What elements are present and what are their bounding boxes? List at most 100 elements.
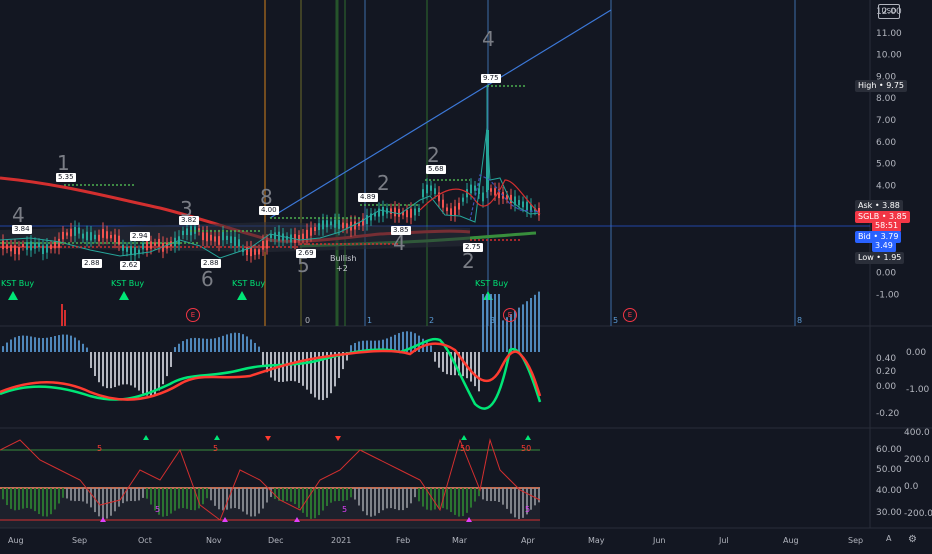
- candle-body: [526, 201, 528, 211]
- candle-body: [334, 219, 336, 228]
- candle-body: [262, 240, 264, 250]
- candle-body: [114, 234, 116, 243]
- price-tag: 2.69: [296, 249, 316, 258]
- svg-text:5: 5: [613, 316, 618, 325]
- candle-body: [494, 188, 496, 196]
- osc2-bar: [374, 488, 376, 516]
- hist-bar: [38, 337, 40, 352]
- hist-bar: [142, 352, 144, 394]
- osc2-bar: [370, 488, 372, 517]
- osc2-bar: [322, 488, 324, 511]
- month-label: 2021: [331, 536, 352, 545]
- hist-bar: [122, 352, 124, 385]
- hist-bar: [538, 291, 540, 352]
- earnings-badge[interactable]: E: [186, 308, 200, 322]
- candle-body: [274, 232, 276, 240]
- price-tag: 3.85: [391, 226, 411, 235]
- osc2-bar: [6, 488, 8, 506]
- candle-body: [30, 241, 32, 251]
- candle-body: [78, 227, 80, 234]
- osc2-bar: [274, 488, 276, 499]
- hist-bar: [470, 352, 472, 382]
- candle-body: [390, 208, 392, 214]
- candle-body: [126, 246, 128, 252]
- osc2-bar: [398, 488, 400, 511]
- candle-body: [214, 236, 216, 242]
- price-tick: -1.00: [876, 290, 900, 300]
- osc2-bar: [266, 488, 268, 503]
- candle-body: [366, 215, 368, 225]
- osc2-bar: [18, 488, 20, 510]
- osc2-bar: [206, 488, 208, 499]
- hist-bar: [402, 331, 404, 352]
- chart-stage[interactable]: 12.0011.0010.009.008.007.006.005.004.003…: [0, 0, 932, 550]
- osc2-bar: [498, 488, 500, 502]
- hist-bar: [78, 340, 80, 352]
- candle-body: [98, 234, 100, 242]
- osc1-left-tick: 0.40: [876, 354, 896, 364]
- osc2-bar: [50, 488, 52, 515]
- candle-body: [474, 185, 476, 191]
- osc2-bar: [378, 488, 380, 514]
- osc2-bar: [438, 488, 440, 509]
- candle-body: [450, 208, 452, 216]
- osc2-right-tick: 200.0: [904, 455, 930, 465]
- candle-body: [482, 192, 484, 202]
- month-label: Apr: [521, 536, 535, 545]
- svg-text:2: 2: [377, 171, 390, 195]
- currency-button[interactable]: USD: [878, 4, 900, 19]
- osc1-right-tick: -1.00: [906, 385, 930, 395]
- hist-bar: [534, 294, 536, 352]
- osc2-bar: [34, 488, 36, 512]
- gear-icon[interactable]: ⚙: [908, 534, 917, 545]
- chart-canvas[interactable]: 12.0011.0010.009.008.007.006.005.004.003…: [0, 0, 932, 550]
- price-label: 3.49: [872, 240, 896, 252]
- osc2-bar: [490, 488, 492, 502]
- kst-buy-label: KST Buy: [1, 279, 35, 288]
- hist-bar: [182, 341, 184, 352]
- candle-body: [106, 231, 108, 239]
- auto-scale-button[interactable]: A: [886, 534, 891, 543]
- osc2-bar: [54, 488, 56, 510]
- hist-bar: [226, 334, 228, 352]
- earnings-badge[interactable]: E: [503, 308, 517, 322]
- hist-bar: [206, 338, 208, 352]
- osc2-bar: [302, 488, 304, 513]
- osc2-bar: [390, 488, 392, 509]
- month-label: Mar: [452, 536, 468, 545]
- earnings-badge[interactable]: E: [623, 308, 637, 322]
- osc2-bar: [146, 488, 148, 499]
- hist-bar: [86, 347, 88, 352]
- price-label: High • 9.75: [855, 80, 908, 92]
- price-tag: 5.35: [56, 173, 76, 182]
- hist-bar: [190, 338, 192, 352]
- candle-body: [34, 242, 36, 249]
- hist-bar: [230, 333, 232, 352]
- svg-text:5: 5: [155, 505, 160, 514]
- price-tag: 2.88: [201, 259, 221, 268]
- osc2-bar: [134, 488, 136, 502]
- osc2-right-tick: -200.0: [904, 509, 932, 519]
- osc2-bar: [114, 488, 116, 512]
- hist-bar: [486, 294, 488, 352]
- osc2-bar: [386, 488, 388, 509]
- candle-body: [462, 197, 464, 202]
- candle-body: [222, 232, 224, 241]
- hist-bar: [506, 317, 508, 352]
- month-label: Jun: [653, 536, 666, 545]
- candle-body: [14, 245, 16, 255]
- price-tick: 5.00: [876, 160, 896, 170]
- hist-bar: [42, 338, 44, 352]
- hist-bar: [446, 352, 448, 375]
- hist-bar: [462, 352, 464, 377]
- hist-bar: [214, 338, 216, 352]
- osc2-bar: [306, 488, 308, 517]
- osc2-bar: [350, 488, 352, 498]
- candle-body: [314, 227, 316, 231]
- candle-body: [354, 221, 356, 230]
- candle-body: [250, 247, 252, 257]
- candle-body: [6, 244, 8, 249]
- candle-body: [18, 246, 20, 255]
- hist-bar: [186, 339, 188, 352]
- svg-text:5: 5: [213, 444, 218, 453]
